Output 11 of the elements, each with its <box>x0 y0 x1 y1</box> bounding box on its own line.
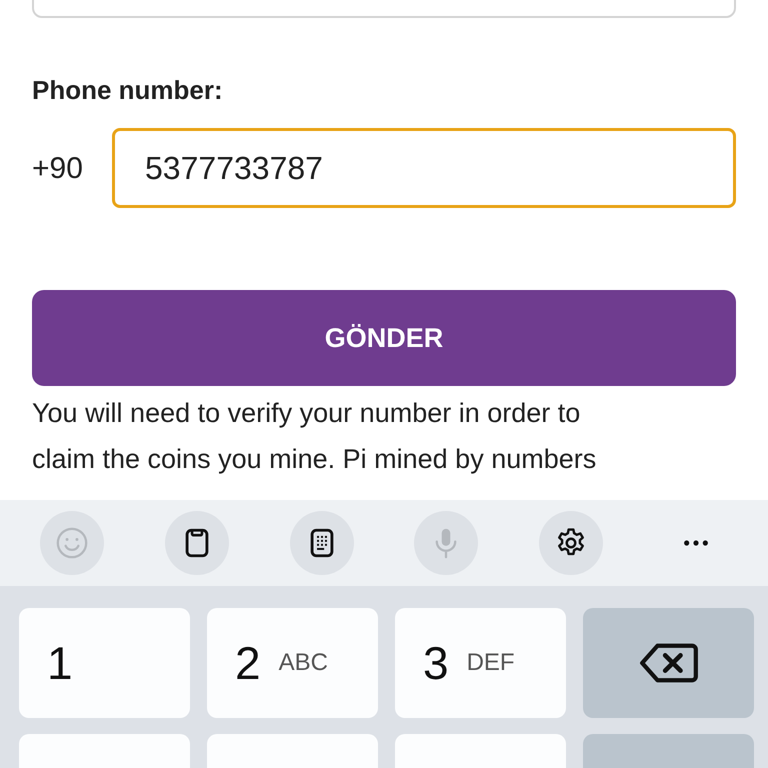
phone-input[interactable]: 5377733787 <box>112 128 736 208</box>
key-digit[interactable]: 1 <box>47 628 73 698</box>
key-digit[interactable]: 3 <box>423 628 449 698</box>
key-letters: ABC <box>278 648 328 678</box>
note-text: claim the coins you mine. Pi mined by numbers <box>32 443 598 476</box>
key-digit[interactable]: 2 <box>235 628 261 698</box>
field-label: Phone number: <box>32 74 224 107</box>
key-letters: DEF <box>466 648 515 678</box>
note-text: You will need to verify your number in order to <box>32 397 582 430</box>
submit-button[interactable]: GÖNDER <box>32 290 736 386</box>
country-code: +90 <box>32 150 84 186</box>
